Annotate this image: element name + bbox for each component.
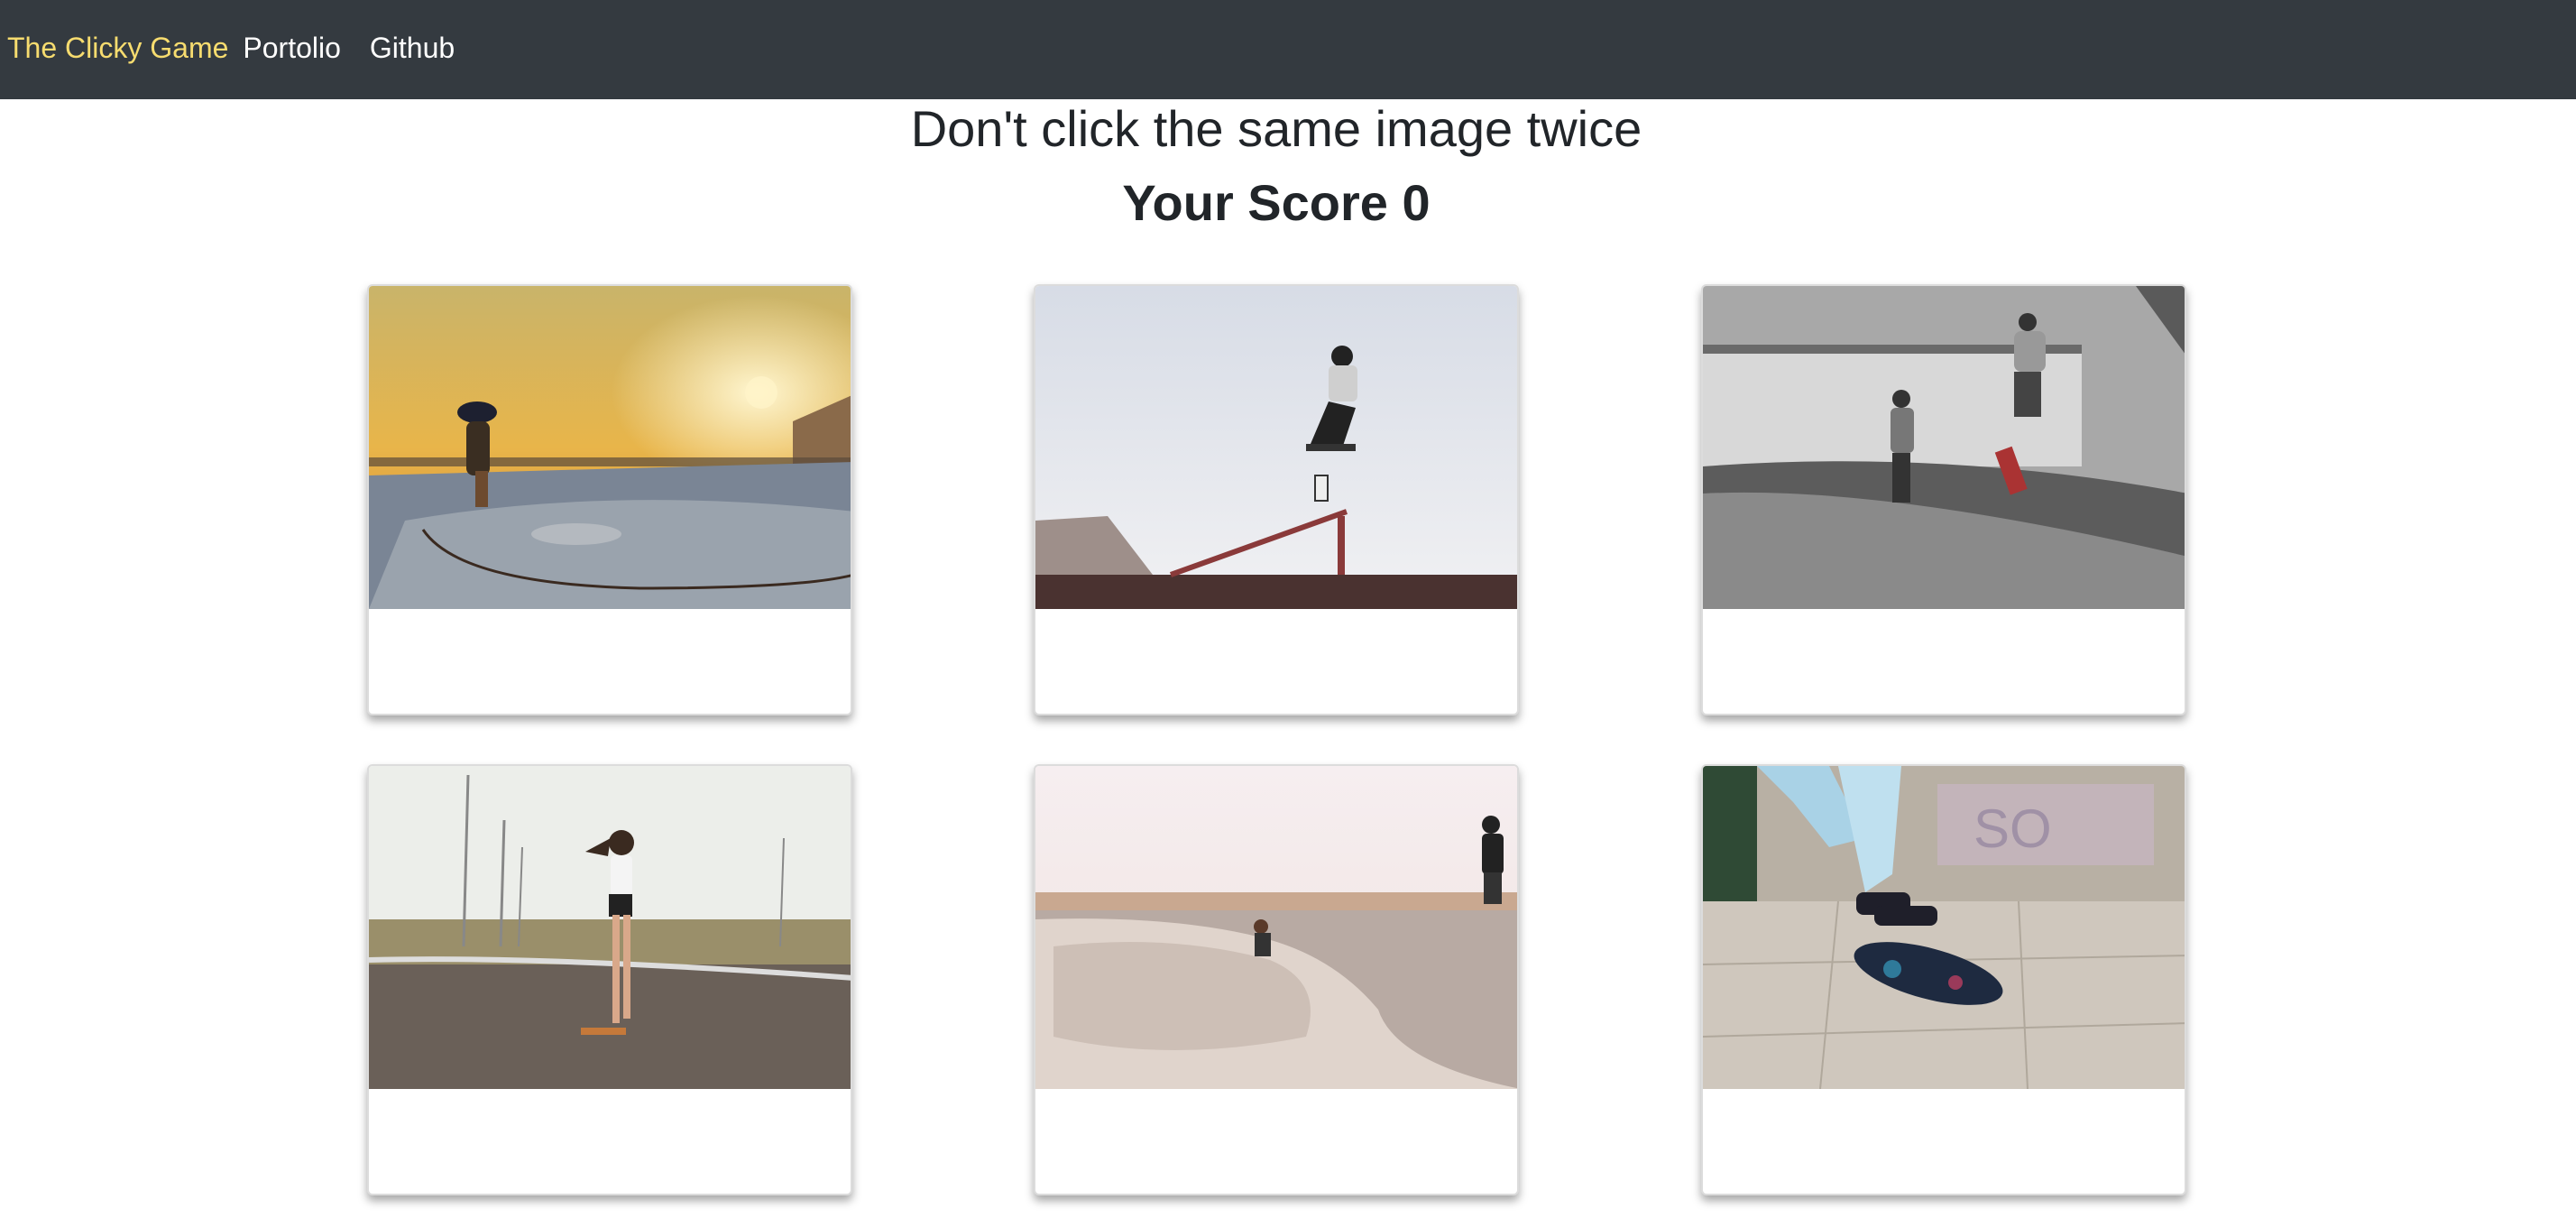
image-card-6[interactable]: SO — [1701, 764, 2186, 1195]
navbar: The Clicky Game Portolio Github — [0, 0, 2576, 99]
skatepark-bowl-image[interactable] — [1035, 766, 1517, 1089]
score-heading: Your Score 0 — [1122, 174, 1431, 231]
brand-link[interactable]: The Clicky Game — [7, 32, 228, 65]
girl-longboard-road-image[interactable] — [369, 766, 851, 1089]
skatepark-ramp-image[interactable] — [1703, 286, 2185, 609]
skateboarder-sunset-bowl-image[interactable] — [369, 286, 851, 609]
image-card-4[interactable] — [367, 764, 852, 1195]
image-card-3[interactable] — [1701, 284, 2186, 715]
image-card-1[interactable] — [367, 284, 852, 715]
skateboard-kickflip-image[interactable]: SO — [1703, 766, 2185, 1089]
nav-link-portfolio[interactable]: Portolio — [243, 32, 341, 65]
svg-text:SO: SO — [1973, 798, 2052, 859]
instruction-heading: Don't click the same image twice — [910, 100, 1642, 157]
nav-link-github[interactable]: Github — [370, 32, 455, 65]
skateboarder-rail-jump-image[interactable] — [1035, 286, 1517, 609]
image-card-5[interactable] — [1034, 764, 1519, 1195]
image-card-2[interactable] — [1034, 284, 1519, 715]
